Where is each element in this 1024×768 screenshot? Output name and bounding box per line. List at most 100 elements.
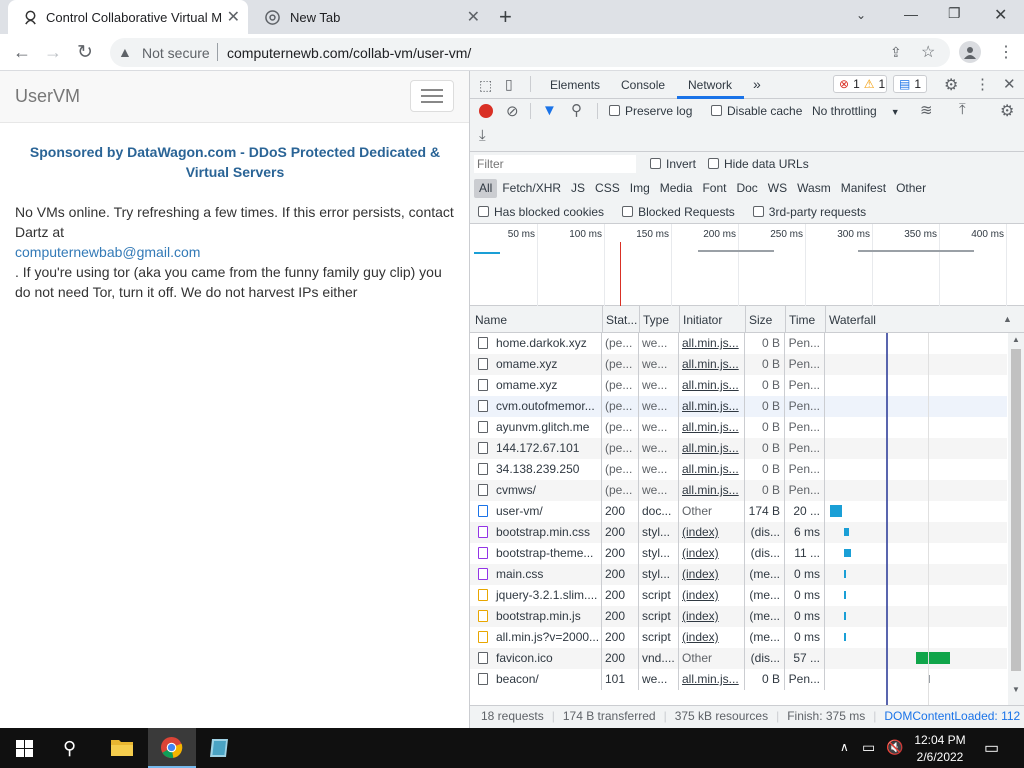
inspect-element-icon[interactable]: ⬚ <box>479 77 492 94</box>
request-row[interactable]: main.css 200 styl... (index) (me... 0 ms <box>470 564 1007 585</box>
minimize-icon[interactable]: — <box>904 6 918 22</box>
url-text[interactable]: computernewb.com/collab-vm/user-vm/ <box>227 45 471 61</box>
type-filter-manifest[interactable]: Manifest <box>836 179 891 198</box>
tab-network[interactable]: Network <box>688 78 732 92</box>
cell-initiator[interactable]: all.min.js... <box>678 354 744 375</box>
column-header-size[interactable]: Size <box>749 313 772 327</box>
cell-initiator[interactable]: all.min.js... <box>678 417 744 438</box>
file-explorer-icon[interactable] <box>110 737 134 760</box>
bookmark-star-icon[interactable]: ☆ <box>921 42 935 62</box>
settings-gear-icon[interactable]: ⚙ <box>944 75 958 95</box>
type-filter-doc[interactable]: Doc <box>731 179 762 198</box>
type-filter-media[interactable]: Media <box>655 179 698 198</box>
request-row[interactable]: cvmws/ (pe... we... all.min.js... 0 B Pen... <box>470 480 1007 501</box>
request-row[interactable]: omame.xyz (pe... we... all.min.js... 0 B Pen.… <box>470 375 1007 396</box>
warning-icon[interactable]: ▲ <box>118 44 132 60</box>
new-tab-button[interactable]: + <box>499 4 512 30</box>
navbar-toggle-button[interactable] <box>410 80 454 112</box>
cell-initiator[interactable]: all.min.js... <box>678 459 744 480</box>
export-har-icon[interactable]: ⤓ <box>479 127 486 144</box>
close-tab-icon[interactable]: ✕ <box>227 7 240 27</box>
scroll-thumb[interactable] <box>1011 349 1021 671</box>
devtools-menu-icon[interactable]: ⋮ <box>975 75 990 93</box>
tab-control-collaborative[interactable]: Control Collaborative Virtual Ma ✕ <box>8 0 248 34</box>
column-header-waterfall[interactable]: Waterfall <box>829 313 876 327</box>
column-header-type[interactable]: Type <box>643 313 669 327</box>
table-scrollbar[interactable]: ▲ ▼ <box>1008 333 1024 705</box>
profile-avatar-icon[interactable] <box>959 41 981 63</box>
request-row[interactable]: 144.172.67.101 (pe... we... all.min.js... 0 … <box>470 438 1007 459</box>
close-window-icon[interactable]: ✕ <box>994 5 1007 25</box>
request-row[interactable]: cvm.outofmemor... (pe... we... all.min.js..… <box>470 396 1007 417</box>
reload-icon[interactable]: ↻ <box>77 41 93 64</box>
type-filter-other[interactable]: Other <box>891 179 931 198</box>
clock-time[interactable]: 12:04 PM <box>912 733 968 747</box>
show-hidden-icons-icon[interactable]: ∧ <box>840 740 849 754</box>
request-row[interactable]: home.darkok.xyz (pe... we... all.min.js... 0… <box>470 333 1007 354</box>
request-table-body[interactable]: home.darkok.xyz (pe... we... all.min.js... 0… <box>470 333 1008 705</box>
network-conditions-icon[interactable]: ≋ <box>920 101 933 119</box>
clock-date[interactable]: 2/6/2022 <box>912 750 968 764</box>
request-row[interactable]: user-vm/200 doc... Other 174 B 20 ... <box>470 501 1007 522</box>
type-filter-font[interactable]: Font <box>697 179 731 198</box>
cell-initiator[interactable]: (index) <box>678 606 744 627</box>
column-header-stat[interactable]: Stat... <box>606 313 637 327</box>
messages-counter[interactable]: ▤ 1 <box>893 75 927 93</box>
tab-console[interactable]: Console <box>621 78 665 92</box>
tab-elements[interactable]: Elements <box>550 78 600 92</box>
share-icon[interactable]: ⇪ <box>890 44 902 61</box>
sort-arrow-icon[interactable]: ▲ <box>1003 314 1012 324</box>
cell-initiator[interactable]: all.min.js... <box>678 438 744 459</box>
volume-muted-icon[interactable]: 🔇 <box>886 739 903 756</box>
close-tab-icon[interactable]: ✕ <box>467 7 480 27</box>
type-filter-wasm[interactable]: Wasm <box>792 179 836 198</box>
chrome-menu-icon[interactable]: ⋮ <box>998 42 1014 62</box>
cell-initiator[interactable]: all.min.js... <box>678 375 744 396</box>
type-filter-img[interactable]: Img <box>625 179 655 198</box>
cell-initiator[interactable]: all.min.js... <box>678 333 744 354</box>
timeline-overview[interactable]: 50 ms 100 ms 150 ms 200 ms 250 ms 300 ms 350 m… <box>470 224 1024 306</box>
filter-input[interactable] <box>474 155 636 173</box>
cell-initiator[interactable]: (index) <box>678 585 744 606</box>
cell-initiator[interactable]: all.min.js... <box>678 480 744 501</box>
invert-checkbox[interactable]: Invert <box>650 157 696 171</box>
cell-initiator[interactable]: (index) <box>678 627 744 648</box>
clear-icon[interactable]: ⊘ <box>506 102 519 120</box>
cell-initiator[interactable]: all.min.js... <box>678 669 744 690</box>
request-row[interactable]: bootstrap.min.js 200 script (index) (me... 0 … <box>470 606 1007 627</box>
chrome-taskbar-button[interactable] <box>148 728 196 768</box>
forward-icon[interactable]: → <box>44 42 62 63</box>
type-filter-all[interactable]: All <box>474 179 498 198</box>
tab-search-icon[interactable]: ⌄ <box>856 8 866 22</box>
filter-funnel-icon[interactable]: ▼ <box>542 102 557 119</box>
import-har-icon[interactable]: ⤒ <box>959 101 966 118</box>
sponsor-link[interactable]: Sponsored by DataWagon.com - DDoS Protec… <box>20 142 450 182</box>
record-icon[interactable] <box>479 104 493 118</box>
more-tabs-icon[interactable]: » <box>753 76 761 92</box>
request-row[interactable]: jquery-3.2.1.slim.... 200 script (index) (me… <box>470 585 1007 606</box>
request-row[interactable]: all.min.js?v=2000... 200 script (index) (me.… <box>470 627 1007 648</box>
security-label[interactable]: Not secure <box>142 45 210 61</box>
type-filter-fetch-xhr[interactable]: Fetch/XHR <box>497 179 566 198</box>
type-filter-ws[interactable]: WS <box>763 179 792 198</box>
email-link[interactable]: computernewbab@gmail.com <box>15 244 200 260</box>
restore-icon[interactable]: ❐ <box>948 5 961 22</box>
network-status-icon[interactable]: ▭ <box>862 739 875 756</box>
request-row[interactable]: beacon/101 we... all.min.js... 0 B Pen... <box>470 669 1007 690</box>
request-row[interactable]: bootstrap.min.css 200 styl... (index) (dis..… <box>470 522 1007 543</box>
start-button-icon[interactable] <box>16 740 33 760</box>
cell-initiator[interactable]: (index) <box>678 543 744 564</box>
tab-new-tab[interactable]: New Tab ✕ <box>250 0 488 34</box>
column-header-time[interactable]: Time <box>789 313 815 327</box>
blocked-requests-checkbox[interactable]: Blocked Requests <box>622 205 735 219</box>
has-blocked-cookies-checkbox[interactable]: Has blocked cookies <box>478 205 604 219</box>
third-party-requests-checkbox[interactable]: 3rd-party requests <box>752 205 866 219</box>
search-taskbar-icon[interactable]: ⚲ <box>63 738 76 759</box>
preserve-log-checkbox[interactable]: Preserve log <box>609 104 692 118</box>
network-settings-icon[interactable]: ⚙ <box>1000 101 1014 121</box>
scroll-up-icon[interactable]: ▲ <box>1012 335 1020 344</box>
scroll-down-icon[interactable]: ▼ <box>1012 685 1020 694</box>
issues-counter[interactable]: ⊗ 1 ⚠ 1 <box>833 75 887 93</box>
type-filter-css[interactable]: CSS <box>590 179 625 198</box>
back-icon[interactable]: ← <box>13 42 31 63</box>
